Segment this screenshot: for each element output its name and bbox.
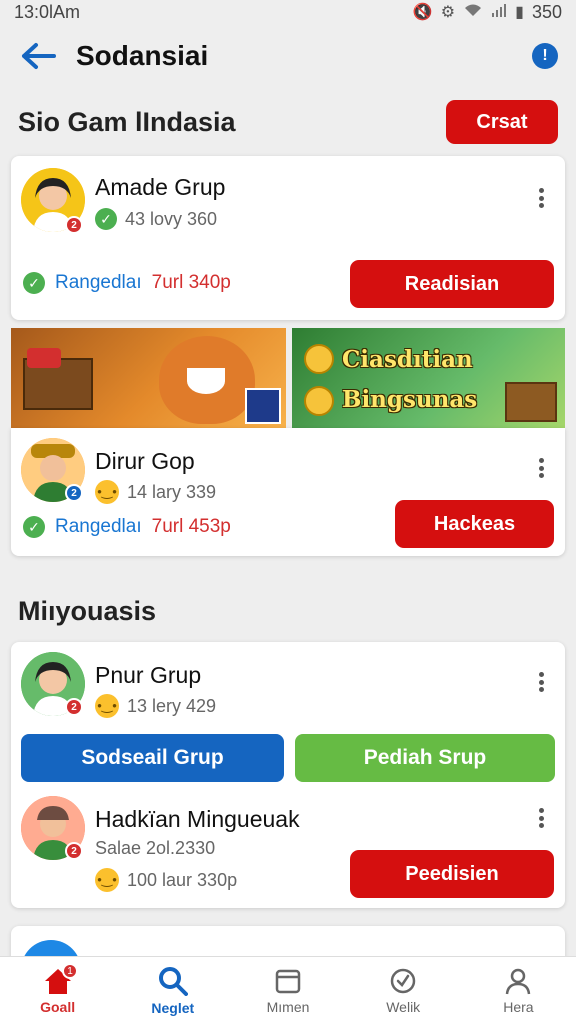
status-icons: 🔇 ⚙ ▮ 350 [413, 2, 562, 23]
calendar-icon [275, 969, 301, 993]
more-options-icon[interactable] [533, 806, 549, 830]
flag-icon [245, 388, 281, 424]
coin-icon [304, 344, 334, 374]
group-name: Amade Grup [95, 174, 226, 200]
section-title: Miıyouasis [18, 596, 157, 626]
banner-left-image [11, 328, 286, 428]
app-bar: Sodansiai ! [0, 28, 576, 84]
emoji-icon: •‿• [95, 480, 119, 504]
section-title: Sio Gam lIndasia [18, 106, 236, 137]
readisian-button[interactable]: Readisian [350, 260, 554, 308]
nav-label: Welik [386, 998, 421, 1015]
banner-line1: Ciasdıtian [342, 346, 473, 373]
group-subtitle-text: Salae 2ol.2330 [95, 838, 216, 858]
banner-line2: Bingsunas [342, 386, 478, 413]
search-icon [158, 966, 188, 996]
group-meta: •‿• 100 laur 330p [95, 868, 237, 892]
arrow-left-icon [22, 43, 56, 69]
section-header: Sio Gam lIndasia Crsat [18, 100, 558, 144]
emoji-icon: •‿• [95, 694, 119, 718]
check-circle-icon [390, 968, 416, 993]
peedisien-button[interactable]: Peedisien [350, 850, 554, 898]
group-subtitle: Salae 2ol.2330 [95, 838, 215, 859]
group-meta-text: 14 lary 339 [127, 481, 217, 502]
more-options-icon[interactable] [533, 186, 549, 210]
nav-label: Mımen [266, 998, 310, 1015]
group-name: Hadkïan Mingueuak [95, 806, 300, 832]
back-button[interactable] [18, 36, 58, 76]
settings-icon: ⚙ [440, 4, 456, 21]
page-title: Sodansiai [76, 40, 209, 71]
gift-box-icon [27, 348, 61, 368]
person-icon [506, 968, 531, 994]
range-label: Rangedlaı [55, 272, 142, 293]
group-name: Dirur Gop [95, 448, 195, 474]
avatar-badge: 2 [65, 484, 83, 502]
group-meta: •‿• 13 lery 429 [95, 694, 216, 718]
group-meta-text: 100 laur 330p [127, 869, 238, 890]
nav-item-calendar[interactable]: Mımen [230, 957, 345, 1024]
banner-right-image: Ciasdıtian Bingsunas [292, 328, 565, 428]
nav-item-home[interactable]: 1 Goall [0, 957, 115, 1024]
range-value: 7url 340p [151, 272, 231, 293]
group-meta-text: 13 lery 429 [127, 695, 217, 716]
more-options-icon[interactable] [533, 670, 549, 694]
social-group-button[interactable]: Sodseail Grup [21, 734, 284, 782]
nav-label: Neglet [151, 999, 195, 1016]
battery-icon: ▮ [515, 4, 524, 21]
wifi-icon [463, 2, 483, 23]
group-card[interactable]: 2 Pnur Grup •‿• 13 lery 429 Sodseail Gru… [11, 642, 565, 908]
section-header: Miıyouasis [18, 596, 558, 627]
range-value: 7url 453p [151, 516, 231, 537]
group-meta: •‿• 14 lary 339 [95, 480, 216, 504]
mute-icon: 🔇 [412, 4, 433, 21]
group-meta: ✓ 43 lovy 360 [95, 208, 217, 230]
group-card[interactable]: 2 Amade Grup ✓ 43 lovy 360 ✓ Rangedlaı 7… [11, 156, 565, 320]
treasure-box-icon [505, 382, 557, 422]
nav-item-profile[interactable]: Hera [461, 957, 576, 1024]
emoji-icon: •‿• [95, 868, 119, 892]
nav-item-check[interactable]: Welik [346, 957, 461, 1024]
nav-label: Hera [503, 998, 534, 1015]
check-icon: ✓ [23, 516, 45, 538]
status-time: 13:0lAm [14, 1, 81, 22]
avatar-badge: 2 [65, 216, 83, 234]
range-label: Rangedlaı [55, 516, 142, 537]
group-meta-text: 43 lovy 360 [125, 208, 218, 229]
check-icon: ✓ [95, 208, 117, 230]
hackeas-button[interactable]: Hackeas [395, 500, 554, 548]
nav-item-search[interactable]: Neglet [115, 957, 230, 1024]
nav-badge: 1 [62, 963, 78, 979]
range-line: ✓ Rangedlaı 7url 453p [23, 516, 231, 538]
pediah-group-button[interactable]: Pediah Srup [295, 734, 555, 782]
info-button[interactable]: ! [532, 43, 558, 69]
info-icon: ! [542, 47, 548, 64]
signal-icon [491, 3, 507, 22]
promo-banner[interactable]: Ciasdıtian Bingsunas [11, 328, 565, 428]
group-card[interactable]: 2 Dirur Gop •‿• 14 lary 339 ✓ Rangedlaı … [11, 428, 565, 556]
avatar-badge: 2 [65, 842, 83, 860]
range-line: ✓ Rangedlaı 7url 340p [23, 272, 231, 294]
coin-icon [304, 386, 334, 416]
bottom-nav: 1 Goall Neglet Mımen Welik Hera [0, 956, 576, 1024]
battery-level: 350 [531, 1, 562, 22]
status-bar: 13:0lAm 🔇 ⚙ ▮ 350 [0, 0, 576, 24]
mascot-mouth [187, 368, 225, 394]
group-name: Pnur Grup [95, 662, 202, 688]
avatar-badge: 2 [65, 698, 83, 716]
more-options-icon[interactable] [533, 456, 549, 480]
nav-label: Goall [40, 998, 76, 1015]
check-icon: ✓ [23, 272, 45, 294]
create-button[interactable]: Crsat [446, 100, 558, 144]
